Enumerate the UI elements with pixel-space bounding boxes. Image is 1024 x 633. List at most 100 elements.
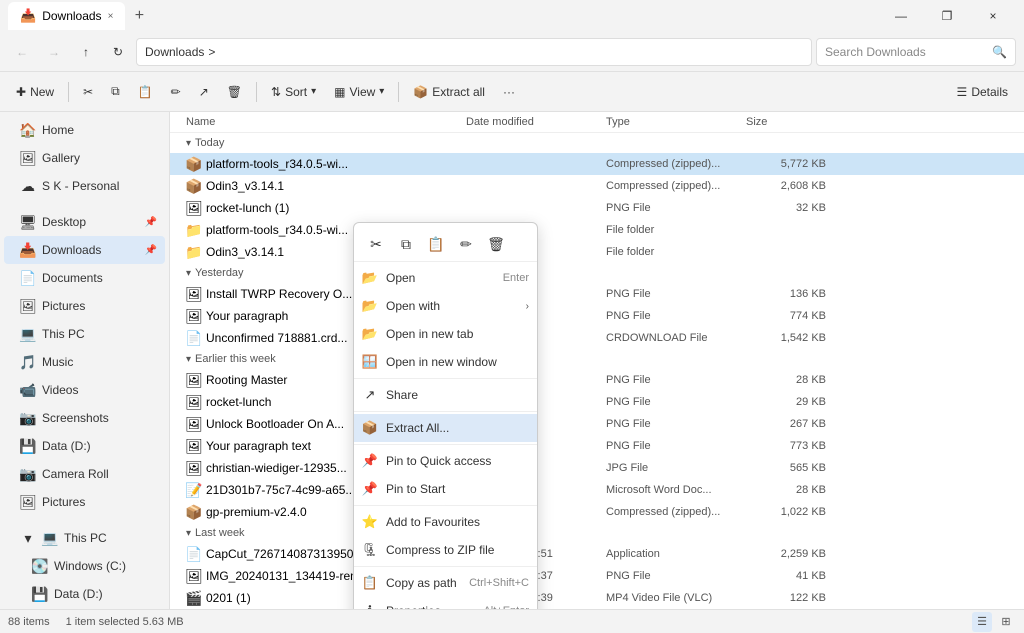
new-button[interactable]: ✚ New (8, 76, 62, 108)
ctx-open-new-window-icon: 🪟 (362, 354, 378, 370)
new-icon: ✚ (16, 85, 26, 99)
delete-button[interactable]: 🗑 (219, 76, 250, 108)
view-chevron-icon: ▾ (379, 86, 384, 97)
toolbar-separator-1 (68, 82, 69, 102)
sidebar-item-videos[interactable]: 📹 Videos (4, 376, 165, 404)
context-menu-overlay[interactable]: ✂ ⧉ 📋 ✏ 🗑 📂 Open Enter 📂 Open with › (170, 112, 1024, 609)
tab-close-button[interactable]: × (108, 11, 114, 22)
ctx-properties[interactable]: ℹ Properties Alt+Enter (354, 597, 537, 609)
forward-button[interactable]: → (40, 38, 68, 66)
ctx-open-new-tab[interactable]: 📂 Open in new tab (354, 320, 537, 348)
sidebar-label-pictures: Pictures (42, 299, 85, 313)
sidebar-item-desktop[interactable]: 🖥 Desktop 📌 (4, 208, 165, 236)
ctx-paste-button[interactable]: 📋 (422, 231, 450, 257)
ctx-open-with-icon: 📂 (362, 298, 378, 314)
ctx-copy-path-label: Copy as path (386, 576, 457, 590)
sidebar-item-home[interactable]: 🏠 Home (4, 116, 165, 144)
ctx-paste-icon: 📋 (427, 236, 444, 253)
ctx-open-new-window[interactable]: 🪟 Open in new window (354, 348, 537, 376)
music-icon: 🎵 (20, 354, 36, 370)
sidebar-item-gallery[interactable]: 🖼 Gallery (4, 144, 165, 172)
statusbar-selected: 1 item selected 5.63 MB (66, 616, 184, 628)
ctx-copy-path-icon: 📋 (362, 575, 378, 591)
ctx-rename-button[interactable]: ✏ (452, 231, 480, 257)
more-button[interactable]: ··· (495, 76, 523, 108)
cut-button[interactable]: ✂ (75, 76, 101, 108)
sort-chevron-icon: ▾ (311, 86, 316, 97)
ctx-copy-path[interactable]: 📋 Copy as path Ctrl+Shift+C (354, 569, 537, 597)
view-tiles-button[interactable]: ⊞ (996, 612, 1016, 632)
thispc-icon: 💻 (20, 326, 36, 342)
view-details-button[interactable]: ☰ (972, 612, 992, 632)
ctx-open-with[interactable]: 📂 Open with › (354, 292, 537, 320)
home-icon: 🏠 (20, 122, 36, 138)
back-button[interactable]: ← (8, 38, 36, 66)
titlebar: 📥 Downloads × + — ❐ × (0, 0, 1024, 32)
sort-button[interactable]: ⇅ Sort ▾ (263, 76, 324, 108)
pin-icon-downloads: 📌 (145, 245, 157, 256)
sort-icon: ⇅ (271, 85, 281, 99)
search-icon: 🔍 (992, 45, 1007, 59)
ctx-share-icon: ↗ (362, 387, 378, 403)
share-icon: ↗ (199, 85, 209, 99)
ctx-share[interactable]: ↗ Share (354, 381, 537, 409)
sidebar-item-camera-roll[interactable]: 📷 Camera Roll (4, 460, 165, 488)
ctx-open[interactable]: 📂 Open Enter (354, 264, 537, 292)
ctx-cut-icon: ✂ (370, 236, 382, 253)
ctx-open-new-window-label: Open in new window (386, 355, 497, 369)
sidebar-item-screenshots[interactable]: 📷 Screenshots (4, 404, 165, 432)
paste-button[interactable]: 📋 (130, 76, 161, 108)
refresh-button[interactable]: ↻ (104, 38, 132, 66)
tab-title: Downloads (42, 9, 101, 23)
rename-button[interactable]: ✏ (163, 76, 189, 108)
sidebar-label-pictures2: Pictures (42, 495, 85, 509)
ctx-open-icon: 📂 (362, 270, 378, 286)
sidebar-item-downloads[interactable]: 📥 Downloads 📌 (4, 236, 165, 264)
sidebar-item-data-d[interactable]: 💾 Data (D:) (4, 432, 165, 460)
extract-icon: 📦 (413, 85, 428, 99)
windows-c-icon: 💽 (32, 558, 48, 574)
ctx-cut-button[interactable]: ✂ (362, 231, 390, 257)
sidebar-label-desktop: Desktop (42, 215, 86, 229)
share-button[interactable]: ↗ (191, 76, 217, 108)
sidebar-item-cloud[interactable]: ☁ S K - Personal (4, 172, 165, 200)
sidebar-item-data-d2[interactable]: 💾 Data (D:) (4, 580, 165, 608)
details-icon: ☰ (957, 85, 968, 99)
ctx-share-label: Share (386, 388, 418, 402)
sidebar: 🏠 Home 🖼 Gallery ☁ S K - Personal 🖥 Desk… (0, 112, 170, 609)
minimize-button[interactable]: — (878, 0, 924, 32)
sidebar-label-data-d: Data (D:) (42, 439, 91, 453)
sidebar-item-pictures2[interactable]: 🖼 Pictures (4, 488, 165, 516)
extract-button[interactable]: 📦 Extract all (405, 76, 493, 108)
sidebar-item-pictures[interactable]: 🖼 Pictures (4, 292, 165, 320)
ctx-add-favourites[interactable]: ⭐ Add to Favourites (354, 508, 537, 536)
ctx-delete-button[interactable]: 🗑 (482, 231, 510, 257)
up-button[interactable]: ↑ (72, 38, 100, 66)
address-path[interactable]: Downloads > (136, 38, 812, 66)
sidebar-label-data-d2: Data (D:) (54, 587, 103, 601)
sidebar-item-windows-c[interactable]: 💽 Windows (C:) (4, 552, 165, 580)
ctx-open-new-tab-icon: 📂 (362, 326, 378, 342)
ctx-extract-all[interactable]: 📦 Extract All... (354, 414, 537, 442)
sidebar-item-thispc[interactable]: 💻 This PC (4, 320, 165, 348)
sidebar-item-documents[interactable]: 📄 Documents (4, 264, 165, 292)
sidebar-label-music: Music (42, 355, 73, 369)
sidebar-item-music[interactable]: 🎵 Music (4, 348, 165, 376)
close-button[interactable]: × (970, 0, 1016, 32)
ctx-pin-start[interactable]: 📌 Pin to Start (354, 475, 537, 503)
details-button[interactable]: ☰ Details (949, 76, 1016, 108)
search-box[interactable]: Search Downloads 🔍 (816, 38, 1016, 66)
ctx-compress-zip[interactable]: 🗜 Compress to ZIP file (354, 536, 537, 564)
ctx-extract-label: Extract All... (386, 421, 449, 435)
new-tab-button[interactable]: + (125, 2, 153, 30)
desktop-icon: 🖥 (20, 214, 36, 230)
view-button[interactable]: ▦ View ▾ (326, 76, 392, 108)
sidebar-label-thispc: This PC (42, 327, 85, 341)
sidebar-item-thispc2[interactable]: ▾ 💻 This PC (4, 524, 165, 552)
cloud-icon: ☁ (20, 178, 36, 194)
ctx-pin-quick-access[interactable]: 📌 Pin to Quick access (354, 447, 537, 475)
copy-button[interactable]: ⧉ (103, 76, 128, 108)
active-tab[interactable]: 📥 Downloads × (8, 2, 125, 30)
ctx-copy-button[interactable]: ⧉ (392, 231, 420, 257)
restore-button[interactable]: ❐ (924, 0, 970, 32)
